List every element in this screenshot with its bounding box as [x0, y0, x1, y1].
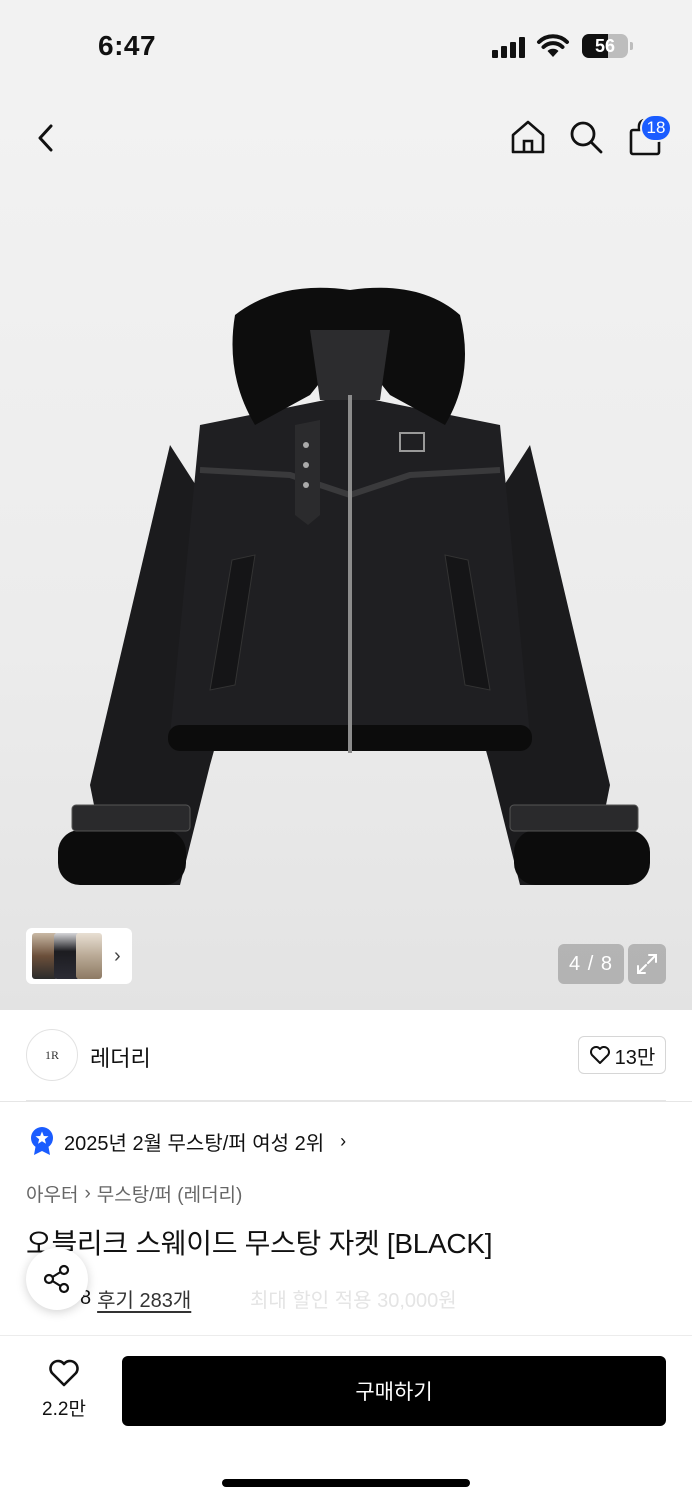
thumbnail-image[interactable] [76, 933, 102, 979]
status-time: 6:47 [98, 30, 157, 61]
cellular-signal-icon [492, 36, 525, 58]
wishlist-count: 2.2만 [42, 1399, 86, 1420]
search-icon [570, 121, 603, 154]
divider [26, 1100, 666, 1101]
ranking-link[interactable]: 2025년 2월 무스탕/퍼 여성 2위 › [30, 1126, 346, 1156]
review-count-link[interactable]: 후기 283개 [97, 1284, 191, 1313]
brand-name[interactable]: 레더리 [90, 1041, 151, 1073]
cart-count-badge: 18 [640, 114, 672, 142]
expand-button[interactable] [628, 944, 666, 984]
brand-row[interactable]: 1R 레더리 13만 [0, 1010, 692, 1102]
wifi-icon [537, 34, 569, 57]
obscured-price-text: 최대 할인 적용 30,000원 [250, 1290, 457, 1312]
wishlist-button[interactable]: 2.2만 [26, 1358, 102, 1421]
back-arrow-icon [38, 124, 53, 152]
buy-button[interactable]: 구매하기 [122, 1356, 666, 1426]
battery-icon: 56 [582, 34, 628, 58]
thumbnail-strip[interactable]: › [26, 928, 132, 984]
chevron-right-icon: › [84, 1182, 91, 1204]
ranking-badge-icon [31, 1127, 53, 1155]
home-indicator [222, 1479, 470, 1487]
share-button[interactable] [26, 1248, 88, 1310]
back-button[interactable] [24, 116, 68, 160]
product-image-gallery[interactable]: › 4 / 8 [0, 90, 692, 1010]
chevron-right-icon: › [340, 1130, 347, 1151]
ranking-text: 2025년 2월 무스탕/퍼 여성 2위 [64, 1132, 325, 1155]
bottom-action-bar: 2.2만 구매하기 [0, 1335, 692, 1500]
brand-logo[interactable]: 1R [26, 1029, 78, 1081]
breadcrumb-category[interactable]: 아우터 [26, 1180, 78, 1207]
home-icon [511, 120, 545, 154]
battery-level: 56 [594, 35, 616, 56]
heart-icon [589, 1046, 610, 1064]
brand-like-button[interactable]: 13만 [578, 1036, 666, 1074]
share-icon [43, 1264, 70, 1294]
chevron-right-icon: › [114, 944, 121, 967]
expand-icon [637, 954, 657, 974]
product-title: 오블리크 스웨이드 무스탕 자켓 [BLACK] [26, 1228, 493, 1259]
heart-icon [49, 1359, 79, 1387]
brand-like-count: 13만 [614, 1046, 656, 1069]
breadcrumb-subcategory[interactable]: 무스탕/퍼 (레더리) [97, 1180, 243, 1207]
product-photo-jacket [58, 287, 650, 885]
breadcrumb: 아우터 › 무스탕/퍼 (레더리) [26, 1180, 242, 1207]
status-bar: 6:47 56 [0, 0, 692, 90]
home-button[interactable] [506, 114, 550, 160]
search-button[interactable] [564, 114, 608, 160]
image-pager: 4 / 8 [558, 944, 624, 984]
